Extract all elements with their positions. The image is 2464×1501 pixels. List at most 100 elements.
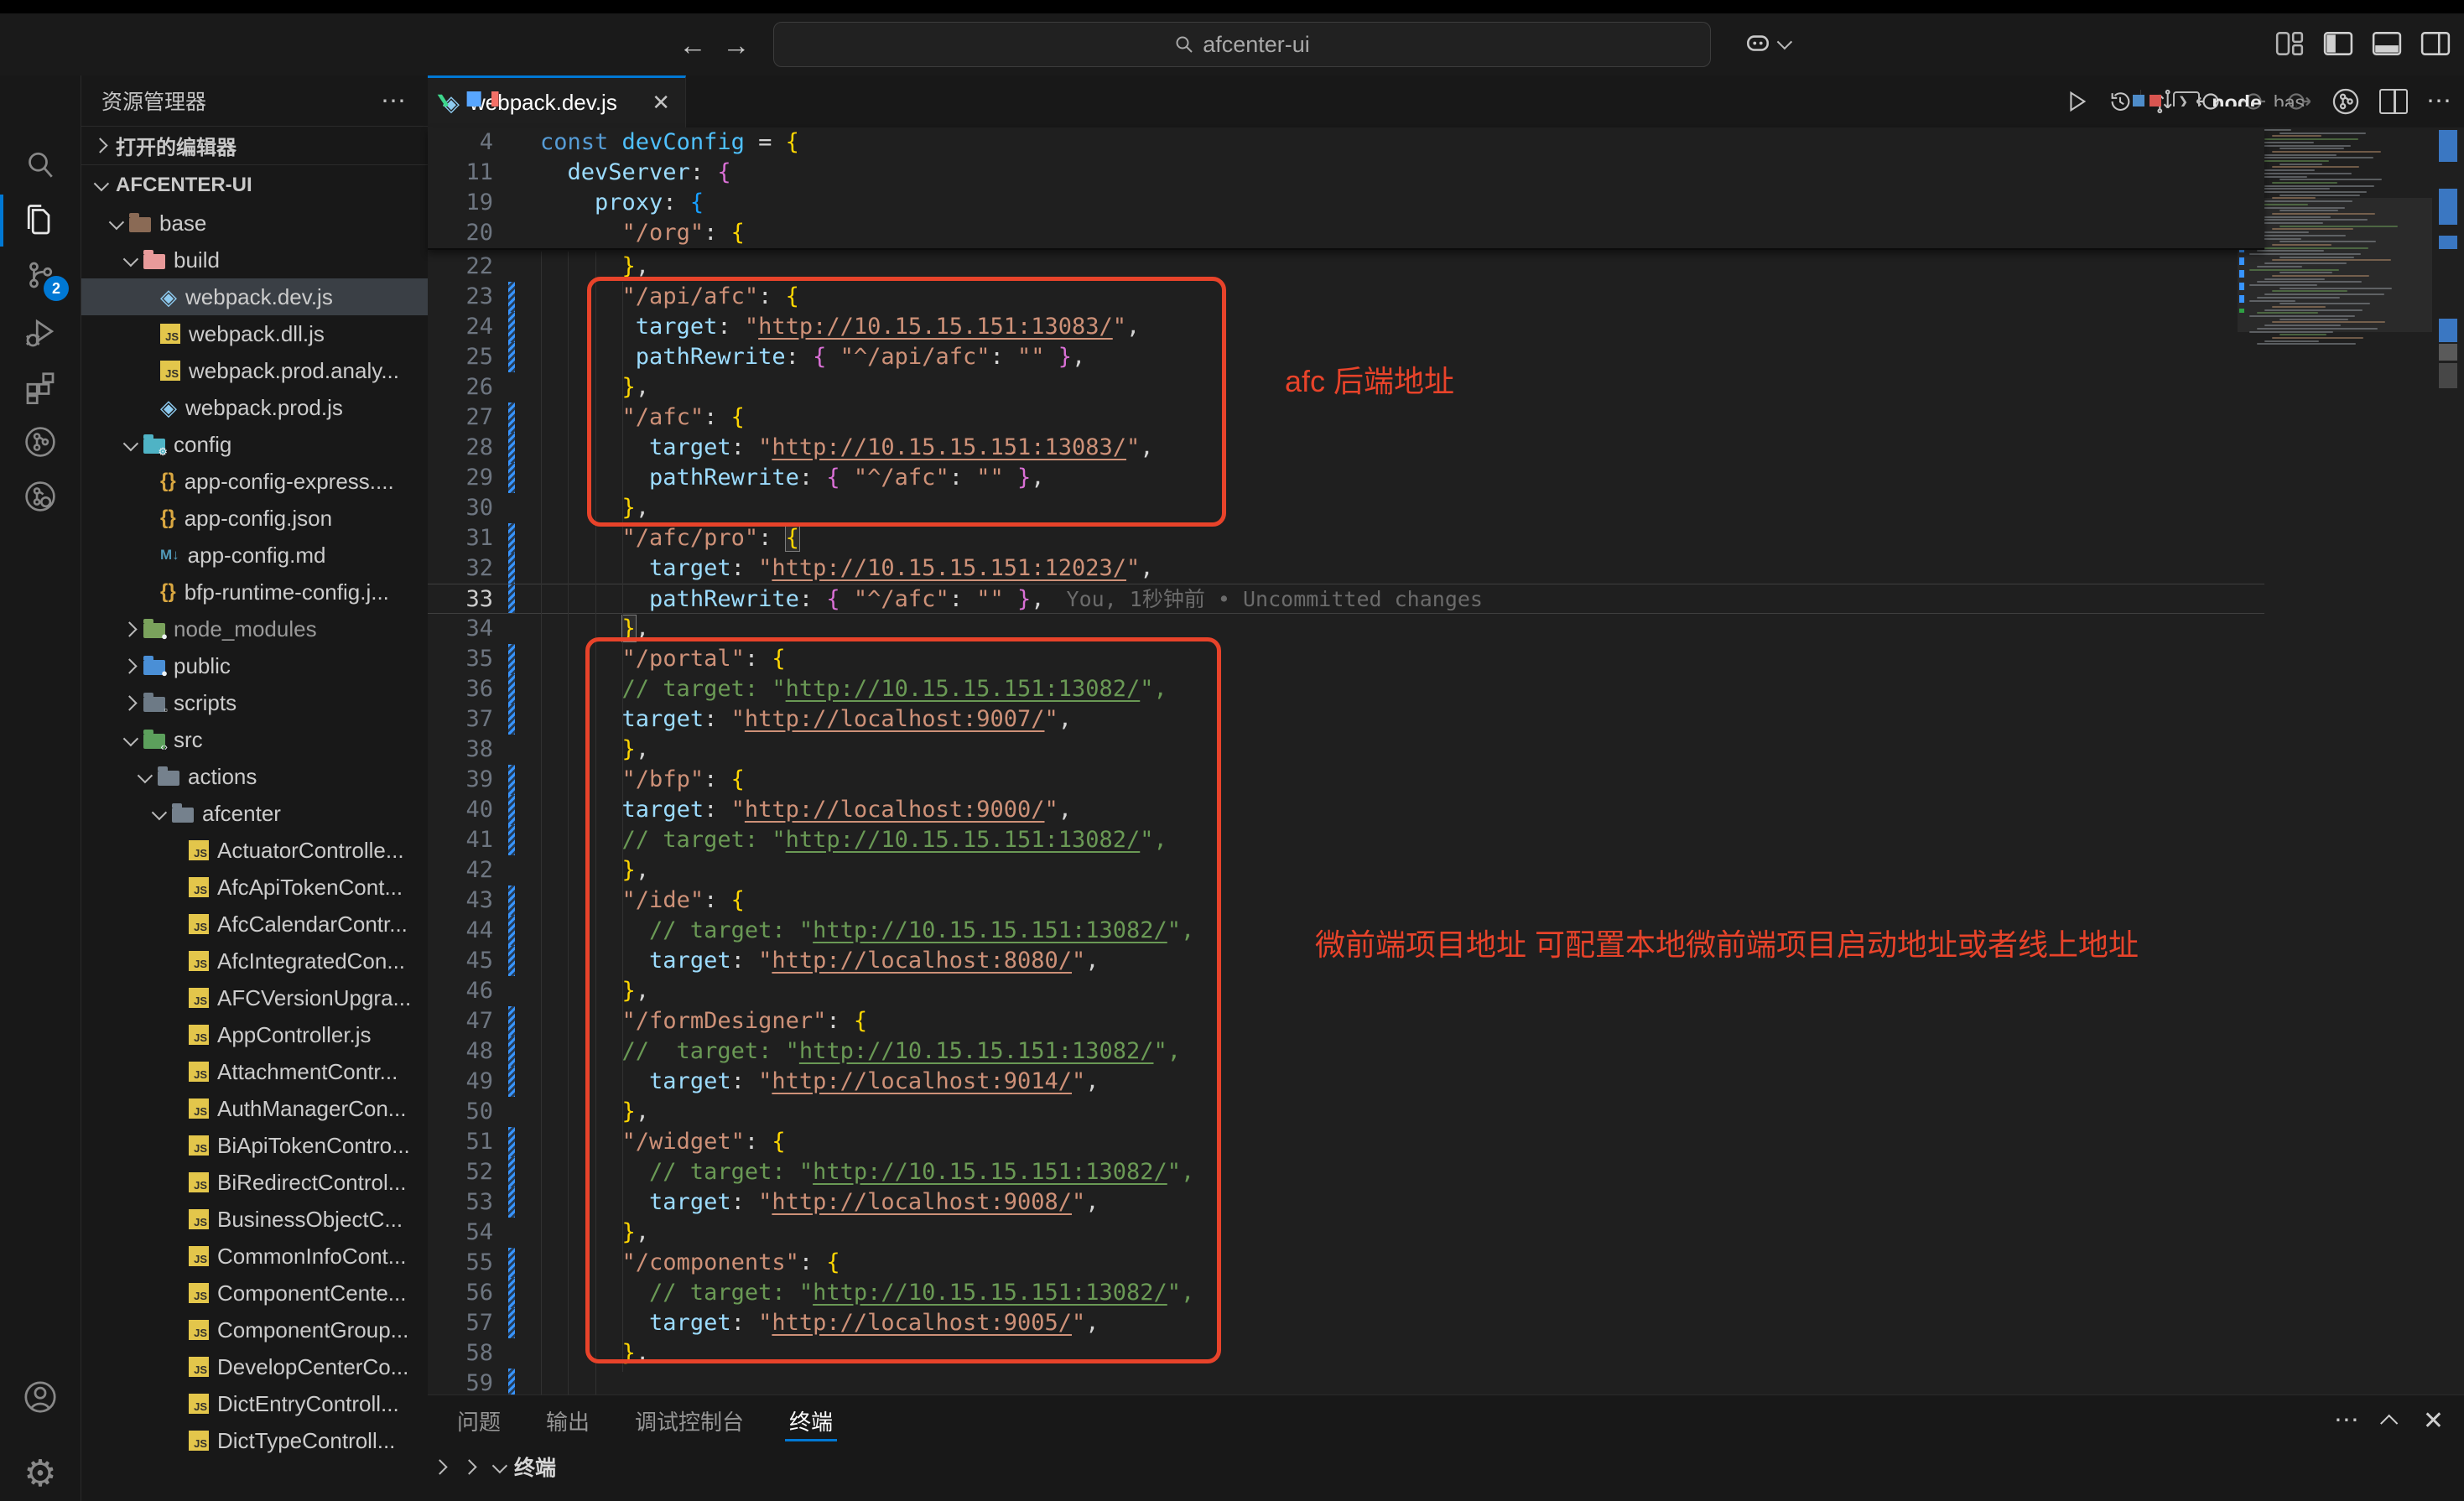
sticky-line-4[interactable]: 4const devConfig = { [428,127,2264,158]
minimap-line [2279,272,2332,273]
search-icon[interactable] [0,138,81,193]
panel-tab-0[interactable]: 问题 [434,1395,523,1446]
line-number: 24 [428,312,507,342]
tree-item-config[interactable]: ⚙config [81,426,428,463]
tree-item-biredirectcontrol-[interactable]: JSBiRedirectControl... [81,1164,428,1201]
js-file-icon: JS [189,1246,209,1266]
tree-item-app-config-md[interactable]: M↓app-config.md [81,537,428,574]
tree-item-developcenterco-[interactable]: JSDevelopCenterCo... [81,1348,428,1385]
tree-item-label: BiRedirectControl... [217,1170,406,1196]
tree-item-label: base [159,210,206,236]
terminal-task-icon [2133,95,2144,106]
panel-tab-2[interactable]: 调试控制台 [612,1395,767,1446]
tree-item-appcontroller-js[interactable]: JSAppController.js [81,1016,428,1053]
tree-item-webpack-dll-js[interactable]: JSwebpack.dll.js [81,315,428,352]
markdown-file-icon: M↓ [160,545,179,565]
minimap-line [2257,157,2373,158]
tree-item-biapitokencontro-[interactable]: JSBiApiTokenContro... [81,1127,428,1164]
tree-item-build[interactable]: build [81,242,428,278]
chevron-right-icon[interactable] [432,1459,447,1474]
code-token: : [731,555,759,581]
line-number: 54 [428,1218,507,1248]
tree-item-webpack-dev-js[interactable]: ◈webpack.dev.js [81,278,428,315]
modified-line-indicator [508,523,515,553]
code-text: pathRewrite: { "^/afc": "" }, [540,584,1045,613]
editor-scrollbar[interactable] [2435,81,2464,1395]
open-editors-section[interactable]: 打开的编辑器 [81,126,428,164]
tree-item-afcintegratedcon-[interactable]: JSAfcIntegratedCon... [81,943,428,979]
run-debug-icon[interactable] [0,305,81,361]
sticky-line-20[interactable]: 20 "/org": { [428,218,2264,248]
tree-item-afcenter[interactable]: afcenter [81,795,428,832]
scrollbar-slider[interactable] [2439,344,2457,361]
sidebar-more-icon[interactable]: ⋯ [381,86,408,116]
code-line-32[interactable]: 32 target: "http://10.15.15.151:12023/", [428,553,2264,584]
tree-item-commoninfocont-[interactable]: JSCommonInfoCont... [81,1238,428,1275]
tree-item-componentcente-[interactable]: JSComponentCente... [81,1275,428,1311]
scrollbar-slider[interactable] [2439,363,2457,388]
panel-tab-1[interactable]: 输出 [523,1395,612,1446]
tree-item-label: webpack.prod.analy... [189,358,399,384]
panel-more-icon[interactable]: ⋯ [2334,1412,2360,1429]
tree-item-dictentrycontroll-[interactable]: JSDictEntryControll... [81,1385,428,1422]
nav-forward-icon[interactable]: → [720,29,753,62]
tree-item-app-config-json[interactable]: {}app-config.json [81,500,428,537]
chevron-right-icon[interactable] [461,1459,476,1474]
terminal-section-toggle[interactable]: 终端 [493,1452,556,1482]
code-line-33[interactable]: 33 pathRewrite: { "^/afc": "" },You, 1秒钟… [428,584,2264,614]
tree-item-node-modules[interactable]: ●node_modules [81,610,428,647]
minimap-line [2257,188,2330,190]
toggle-panel-icon[interactable] [2372,30,2402,57]
panel-maximize-icon[interactable] [2380,1414,2398,1431]
code-text: "/org": { [540,218,745,248]
modified-line-indicator [508,403,515,433]
tree-item-scripts[interactable]: ▫scripts [81,684,428,721]
nav-back-icon[interactable]: ← [676,29,710,62]
sticky-line-11[interactable]: 11 devServer: { [428,158,2264,188]
tree-item-businessobjectc-[interactable]: JSBusinessObjectC... [81,1201,428,1238]
tree-item-afcversionupgra-[interactable]: JSAFCVersionUpgra... [81,979,428,1016]
tree-item-afccalendarcontr-[interactable]: JSAfcCalendarContr... [81,906,428,943]
indent-guide [568,252,569,1395]
settings-gear-icon[interactable]: ⚙ [0,1446,81,1501]
toggle-secondary-sidebar-icon[interactable] [2420,30,2451,57]
gutter-space [508,252,515,282]
tree-item-componentgroup-[interactable]: JSComponentGroup... [81,1311,428,1348]
source-control-icon[interactable]: 2 [0,247,81,303]
code-line-59[interactable]: 59 [428,1369,2264,1395]
panel-tab-3[interactable]: 终端 [767,1395,855,1446]
toggle-primary-sidebar-icon[interactable] [2323,30,2353,57]
minimap[interactable] [2238,81,2432,1395]
modified-line-indicator [508,825,515,855]
tree-item-public[interactable]: ●public [81,647,428,684]
tree-item-attachmentcontr-[interactable]: JSAttachmentContr... [81,1053,428,1090]
extensions-icon[interactable] [0,360,81,415]
tree-item-src[interactable]: ‹›src [81,721,428,758]
tree-item-actuatorcontrolle-[interactable]: JSActuatorControlle... [81,832,428,869]
tree-item-dicttypecontroll-[interactable]: JSDictTypeControll... [81,1422,428,1459]
tree-item-webpack-prod-js[interactable]: ◈webpack.prod.js [81,389,428,426]
project-root-section[interactable]: AFCENTER-UI [81,164,428,205]
account-icon[interactable] [0,1369,81,1425]
tree-item-afcapitokencont-[interactable]: JSAfcApiTokenCont... [81,869,428,906]
tree-item-webpack-prod-analy-[interactable]: JSwebpack.prod.analy... [81,352,428,389]
explorer-icon[interactable] [0,193,81,248]
tree-item-label: AfcApiTokenCont... [217,875,403,901]
panel-close-icon[interactable]: ✕ [2423,1406,2444,1436]
tree-item-actions[interactable]: actions [81,758,428,795]
tree-item-authmanagercon-[interactable]: JSAuthManagerCon... [81,1090,428,1127]
sticky-line-19[interactable]: 19 proxy: { [428,188,2264,218]
code-token: " [758,555,772,581]
code-line-31[interactable]: 31 "/afc/pro": { [428,523,2264,553]
copilot-menu[interactable] [1743,29,1789,57]
remote-run-icon[interactable] [0,414,81,470]
customize-layout-icon[interactable] [2274,30,2305,57]
remote-run-alt-icon[interactable] [0,469,81,524]
code-link[interactable]: http://10.15.15.151:12023/ [772,555,1126,581]
js-file-icon: JS [189,840,209,860]
tree-item-base[interactable]: base [81,205,428,242]
tree-item-app-config-express-[interactable]: {}app-config-express.... [81,463,428,500]
tree-item-bfp-runtime-config-j-[interactable]: {}bfp-runtime-config.j... [81,574,428,610]
js-file-icon: JS [189,988,209,1008]
command-center-search[interactable]: afcenter-ui [773,22,1711,67]
